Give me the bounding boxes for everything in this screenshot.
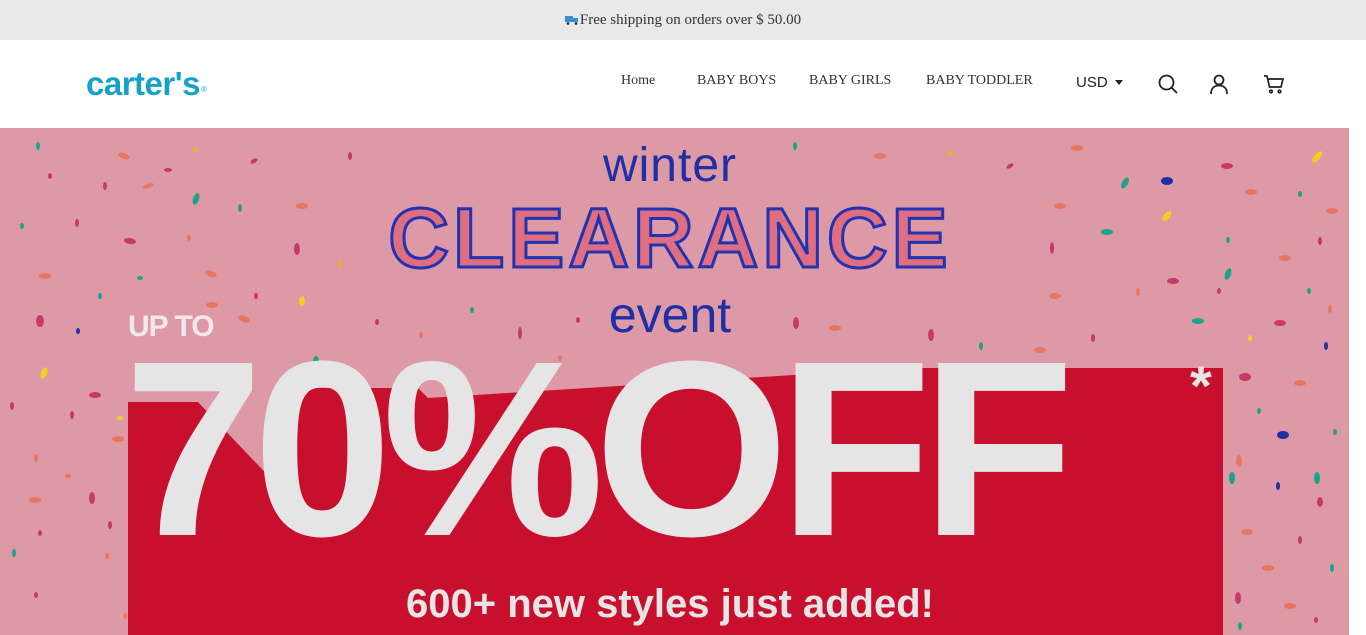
site-header: carter's® Home BABY BOYS BABY GIRLS BABY… — [0, 40, 1366, 128]
hero-discount-text: 70%OFF — [124, 309, 1074, 588]
nav-baby-toddler[interactable]: BABY TODDLER — [926, 73, 1033, 89]
page-scrollbar[interactable] — [1349, 128, 1366, 635]
nav-baby-boys[interactable]: BABY BOYS — [697, 73, 776, 89]
logo-text: carter's — [86, 65, 200, 102]
announcement-bar: Free shipping on orders over $ 50.00 — [0, 0, 1366, 40]
announcement-text: Free shipping on orders over $ 50.00 — [579, 11, 802, 28]
brand-logo[interactable]: carter's® — [86, 62, 207, 106]
hero-banner[interactable]: winter CLEARANCE event UP TO 70%OFF * 60… — [0, 128, 1349, 635]
nav-baby-girls[interactable]: BABY GIRLS — [809, 73, 891, 89]
account-icon[interactable] — [1208, 73, 1230, 95]
currency-label: USD — [1076, 74, 1108, 91]
hero-winter-text: winter — [602, 139, 738, 192]
nav-home[interactable]: Home — [621, 73, 655, 89]
currency-selector[interactable]: USD — [1076, 74, 1123, 91]
logo-registered-mark: ® — [200, 85, 207, 94]
hero-asterisk: * — [1190, 354, 1212, 417]
truck-icon — [564, 15, 579, 25]
hero-clearance-text: CLEARANCE — [387, 190, 952, 287]
hero-tagline: 600+ new styles just added! — [406, 582, 934, 626]
search-icon[interactable] — [1157, 73, 1179, 95]
cart-icon[interactable] — [1263, 73, 1285, 95]
caret-down-icon — [1114, 80, 1123, 85]
